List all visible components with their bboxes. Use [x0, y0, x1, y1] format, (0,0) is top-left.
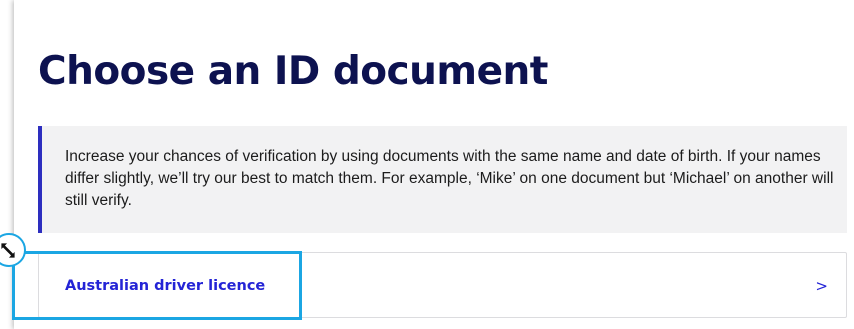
info-text: Increase your chances of verification by…	[65, 148, 834, 209]
document-option-label: Australian driver licence	[65, 278, 266, 294]
page-title: Choose an ID document	[38, 49, 548, 94]
resize-cursor-icon	[0, 242, 16, 259]
info-callout: Increase your chances of verification by…	[38, 126, 847, 233]
document-option-australian-driver-licence[interactable]: Australian driver licence >	[38, 252, 847, 318]
chevron-right-icon: >	[815, 277, 828, 295]
